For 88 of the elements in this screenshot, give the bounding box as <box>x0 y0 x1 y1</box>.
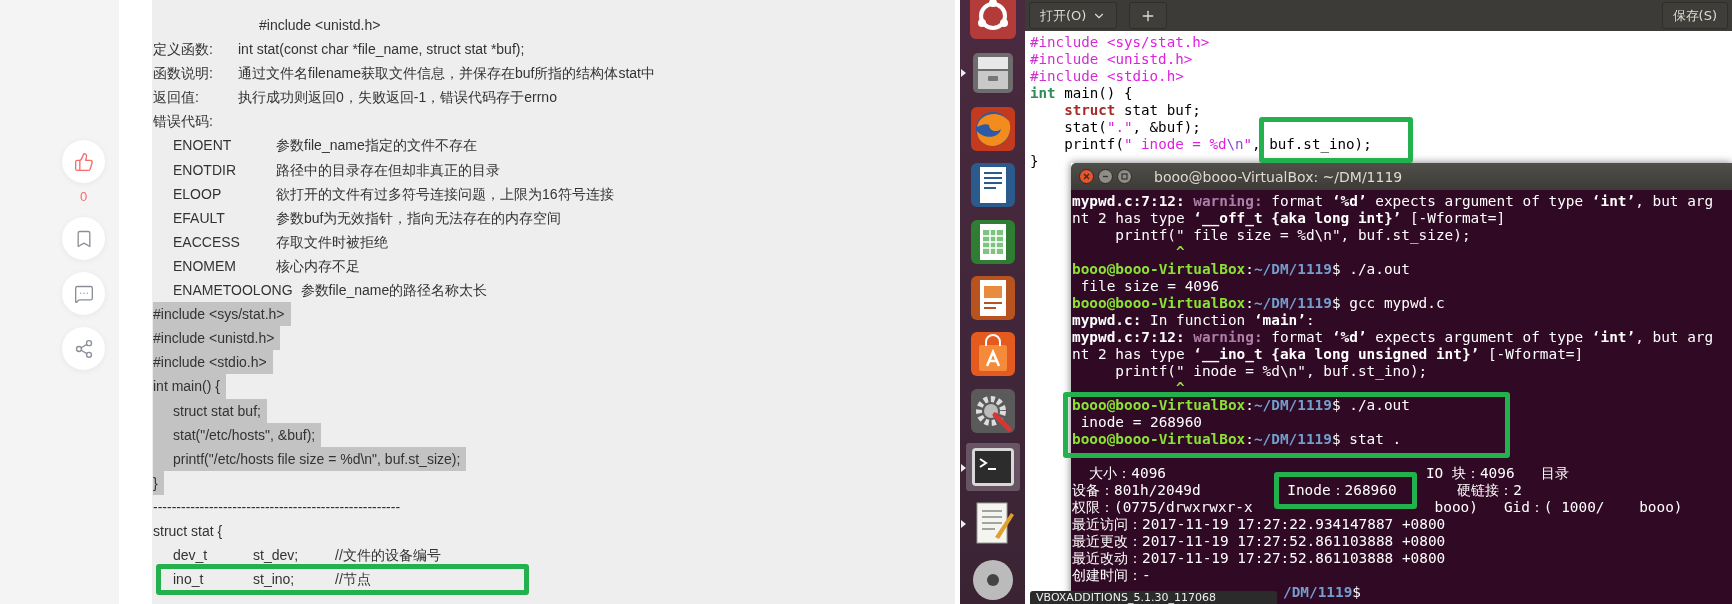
minimize-button[interactable] <box>1098 169 1113 184</box>
terminal-line: booo@booo-VirtualBox:~/DM/1119$ ./a.out <box>1072 397 1411 414</box>
terminal-line: 最近访问：2017-11-19 17:27:22.934147887 +0800 <box>1072 516 1447 533</box>
document-icon[interactable] <box>968 161 1017 210</box>
share-icon <box>73 338 94 359</box>
error-description: 路径中的目录存在但却非真正的目录 <box>276 160 500 180</box>
running-indicator <box>960 520 966 529</box>
thumbs-up-icon <box>73 151 94 172</box>
close-icon <box>1083 173 1090 180</box>
tooltip: VBOXADDITIONS_5.1.30_117068 <box>1030 591 1277 604</box>
bookmark-button[interactable] <box>62 217 105 260</box>
error-description: 参数file_name指定的文件不存在 <box>276 136 477 156</box>
member-type: ino_t <box>173 570 205 590</box>
maximize-icon <box>1121 173 1128 180</box>
terminal-line: 大小：4096 IO 块：4096 目录 <box>1088 465 1570 482</box>
code-line: int main() { <box>1030 85 1134 102</box>
like-button[interactable] <box>62 140 105 183</box>
article-text: ----------------------------------------------------- <box>153 497 401 517</box>
terminal-line: mypwd.c: In function ‘main’: <box>1072 312 1316 329</box>
comment-button[interactable] <box>62 272 105 315</box>
shopping-bag-icon[interactable] <box>968 330 1017 379</box>
field-label: 返回值: <box>153 88 200 108</box>
terminal-line: booo@booo-VirtualBox:~/DM/1119$ ./a.out <box>1072 261 1411 278</box>
terminal-line: 创建时间：- <box>1072 567 1152 584</box>
new-document-button[interactable] <box>1129 2 1168 29</box>
member-name: st_dev; <box>253 546 300 566</box>
error-code: ENOENT <box>173 136 233 156</box>
terminal-line: 设备：801h/2049d Inode：268960 硬链接：2 <box>1072 482 1523 499</box>
field-value: int stat(const char *file_name, struct stat *buf); <box>238 40 525 60</box>
member-comment: //文件的设备编号 <box>335 546 441 566</box>
terminal-line: 最近更改：2017-11-19 17:27:52.861103888 +0800 <box>1072 533 1447 550</box>
terminal-line: ^ <box>1174 380 1186 397</box>
article-text: 错误代码: <box>153 112 213 132</box>
save-button[interactable]: 保存(S) <box>1661 2 1728 29</box>
spreadsheet-icon[interactable] <box>968 217 1017 266</box>
terminal-line: booo@booo-VirtualBox:~/DM/1119$ stat . <box>1072 431 1403 448</box>
member-type: dev_t <box>173 546 209 566</box>
terminal-line: printf(" file size = %d\n", buf.st_size); <box>1114 227 1472 244</box>
comment-icon <box>73 283 94 304</box>
field-label: 定义函数: <box>153 40 214 60</box>
window-title: booo@booo-VirtualBox: ~/DM/1119 <box>1154 168 1403 185</box>
field-label: 函数说明: <box>153 64 214 84</box>
terminal-line: inode = 268960 <box>1079 414 1203 431</box>
member-name: st_ino; <box>253 570 296 590</box>
terminal-line: nt 2 has type ‘__ino_t {aka long unsigned int}’ [-Wformat=] <box>1072 346 1585 363</box>
presentation-icon[interactable] <box>968 273 1017 322</box>
open-button[interactable]: 打开(O) <box>1029 2 1118 29</box>
close-button[interactable] <box>1079 169 1094 184</box>
code-line: #include <sys/stat.h> <box>1030 34 1211 51</box>
running-indicator <box>960 463 966 472</box>
code-line: stat(".", &buf); <box>1063 119 1202 136</box>
terminal-line: nt 2 has type ‘__off_t {aka long int}’ [-Wformat=] <box>1072 210 1507 227</box>
terminal-line: 权限：(0775/drwxrwxr-x booo) Gid：( 1000/ booo) <box>1072 499 1684 516</box>
code-line: } <box>1030 153 1040 170</box>
terminal-line: printf(" inode = %d\n", buf.st_ino); <box>1114 363 1429 380</box>
error-description: 参数buf为无效指针，指向无法存在的内存空间 <box>276 208 562 228</box>
error-description: 欲打开的文件有过多符号连接问题，上限为16符号连接 <box>276 184 614 204</box>
code-line: printf(" inode = %d\n", buf.st_ino); <box>1063 136 1373 153</box>
terminal-line: mypwd.c:7:12: warning: format ‘%d’ expects argument of type ‘int’, but arg <box>1072 329 1715 346</box>
member-comment: //节点 <box>335 570 371 590</box>
error-description: 参数file_name的路径名称太长 <box>300 281 488 301</box>
code-line: struct stat buf; <box>1063 102 1202 119</box>
error-code: EACCESS <box>173 232 241 252</box>
field-value: 通过文件名filename获取文件信息，并保存在buf所指的结构体stat中 <box>238 64 655 84</box>
error-code: ENOTDIR <box>173 160 237 180</box>
field-value: 执行成功则返回0，失败返回-1，错误代码存于errno <box>238 88 557 108</box>
terminal-line: file size = 4096 <box>1079 278 1221 295</box>
error-code: ENOMEM <box>173 256 237 276</box>
terminal-line: ^ <box>1174 244 1186 261</box>
error-code: ELOOP <box>173 184 223 204</box>
like-count: 0 <box>78 188 89 206</box>
gear-wrench-icon[interactable] <box>968 386 1017 435</box>
error-code: EFAULT <box>173 208 226 228</box>
field-value: #include <unistd.h> <box>258 16 381 35</box>
error-description: 存取文件时被拒绝 <box>276 232 388 252</box>
article-text: struct stat { <box>153 521 223 541</box>
error-code: ENAMETOOLONG <box>173 281 294 301</box>
share-button[interactable] <box>62 327 105 370</box>
code-line: #include <unistd.h> <box>1030 51 1194 68</box>
terminal-line: 最近改动：2017-11-19 17:27:52.861103888 +0800 <box>1072 550 1447 567</box>
terminal-line: /DM/1119$ <box>1283 584 1361 601</box>
error-description: 核心内存不足 <box>276 256 360 276</box>
terminal-line: booo@booo-VirtualBox:~/DM/1119$ gcc mypwd.c <box>1072 295 1446 312</box>
terminal-line: mypwd.c:7:12: warning: format ‘%d’ expects argument of type ‘int’, but arg <box>1072 193 1715 210</box>
maximize-button[interactable] <box>1117 169 1132 184</box>
running-indicator <box>960 69 966 78</box>
minimize-icon <box>1102 173 1109 180</box>
code-line: #include <stdio.h> <box>1030 68 1185 85</box>
